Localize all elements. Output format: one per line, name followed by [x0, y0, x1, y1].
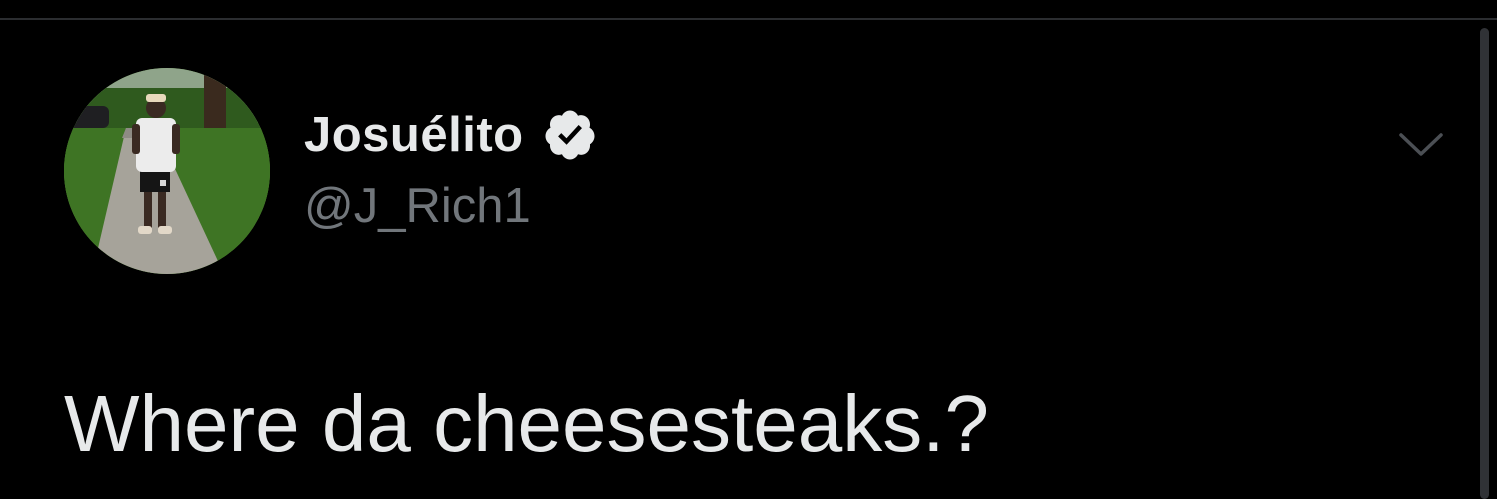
avatar[interactable]: [64, 68, 270, 274]
author-handle[interactable]: @J_Rich1: [304, 178, 531, 234]
author-name-row: Josuélito: [304, 104, 598, 166]
tweet-text: Where da cheesesteaks.?: [64, 379, 989, 468]
top-divider: [0, 18, 1497, 20]
scrollbar[interactable]: [1480, 28, 1489, 499]
avatar-photo: [64, 68, 270, 274]
display-name[interactable]: Josuélito: [304, 107, 524, 163]
verified-badge-icon: [542, 107, 598, 163]
chevron-down-icon[interactable]: [1394, 118, 1448, 172]
